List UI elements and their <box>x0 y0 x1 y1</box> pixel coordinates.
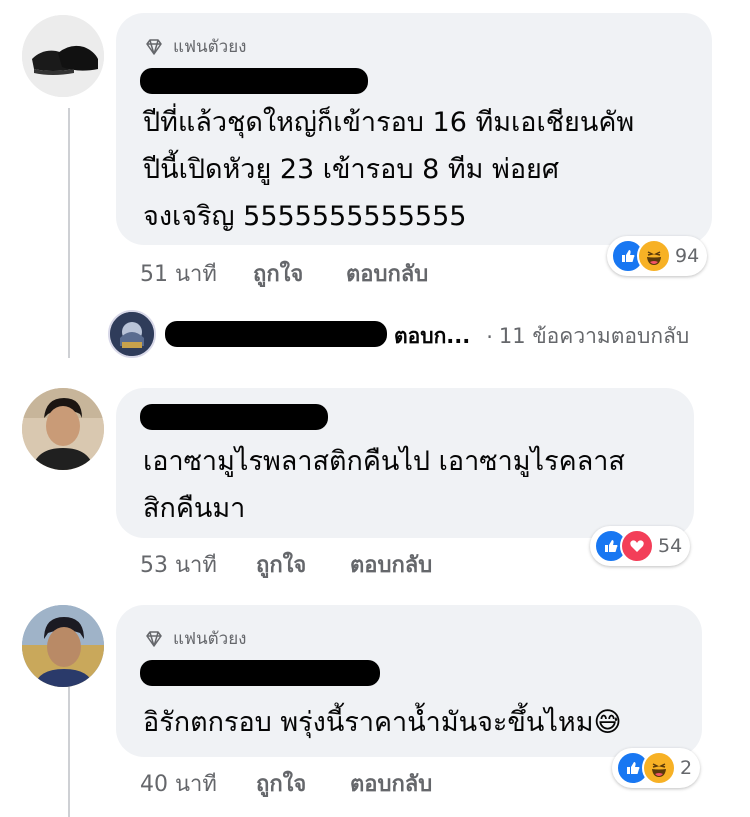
comment-line: จงเจริญ 5555555555555 <box>143 201 467 232</box>
haha-icon <box>637 239 671 273</box>
reaction-count: 2 <box>680 757 693 779</box>
redacted-name[interactable] <box>165 321 387 347</box>
diamond-icon <box>146 38 162 55</box>
reply-button[interactable]: ตอบกลับ <box>346 256 428 291</box>
reply-avatar[interactable] <box>108 310 156 358</box>
like-button[interactable]: ถูกใจ <box>256 766 306 801</box>
comment-line: เอาซามูไรพลาสติกคืนไป เอาซามูไรคลาส <box>143 446 625 477</box>
reaction-summary[interactable]: 94 <box>607 236 708 276</box>
comment-line: ปีที่แล้วชุดใหญ่ก็เข้ารอบ 16 ทีมเอเชียนค… <box>143 107 635 138</box>
comment-time[interactable]: 40 นาที <box>140 766 217 801</box>
sweat-smile-emoji: 😅 <box>593 707 622 738</box>
shoes-avatar-icon <box>22 15 104 97</box>
redacted-name[interactable] <box>140 660 380 686</box>
reply-name-suffix: ตอบก... <box>394 324 471 348</box>
comment-time[interactable]: 53 นาที <box>140 547 217 582</box>
reaction-count: 94 <box>675 245 700 267</box>
person-avatar-icon <box>22 605 104 687</box>
like-button[interactable]: ถูกใจ <box>253 256 303 291</box>
reply-count-text: 11 ข้อความตอบกลับ <box>498 324 690 348</box>
thread-line <box>68 108 70 358</box>
reply-avatar-icon <box>110 312 154 356</box>
avatar[interactable] <box>22 15 104 97</box>
fan-badge[interactable]: แฟนตัวยง <box>143 33 246 60</box>
badge-label: แฟนตัวยง <box>173 37 247 57</box>
redacted-name[interactable] <box>140 404 328 430</box>
haha-icon <box>642 751 676 785</box>
diamond-icon <box>146 630 162 647</box>
love-icon <box>620 529 654 563</box>
comment-line: อิรักตกรอบ พรุ่งนี้ราคาน้ำมันจะขึ้นไหม😅 <box>143 703 622 743</box>
reaction-summary[interactable]: 54 <box>590 526 691 566</box>
reply-button[interactable]: ตอบกลับ <box>350 547 432 582</box>
person-avatar-icon <box>22 388 104 470</box>
reaction-summary[interactable]: 2 <box>612 748 701 788</box>
view-replies-link[interactable]: ตอบก... · 11 ข้อความตอบกลับ <box>394 320 689 353</box>
comment-time[interactable]: 51 นาที <box>140 256 217 291</box>
avatar[interactable] <box>22 388 104 470</box>
comment-text: อิรักตกรอบ พรุ่งนี้ราคาน้ำมันจะขึ้นไหม <box>143 707 594 738</box>
reaction-count: 54 <box>658 535 683 557</box>
fan-badge[interactable]: แฟนตัวยง <box>143 625 246 652</box>
like-button[interactable]: ถูกใจ <box>256 547 306 582</box>
reply-button[interactable]: ตอบกลับ <box>350 766 432 801</box>
badge-label: แฟนตัวยง <box>173 629 247 649</box>
redacted-name[interactable] <box>140 68 368 94</box>
avatar[interactable] <box>22 605 104 687</box>
comment-line: ปีนี้เปิดหัวยู 23 เข้ารอบ 8 ทีม พ่อยศ <box>143 154 559 185</box>
comment-line: สิกคืนมา <box>143 493 246 524</box>
separator: · <box>486 324 493 349</box>
